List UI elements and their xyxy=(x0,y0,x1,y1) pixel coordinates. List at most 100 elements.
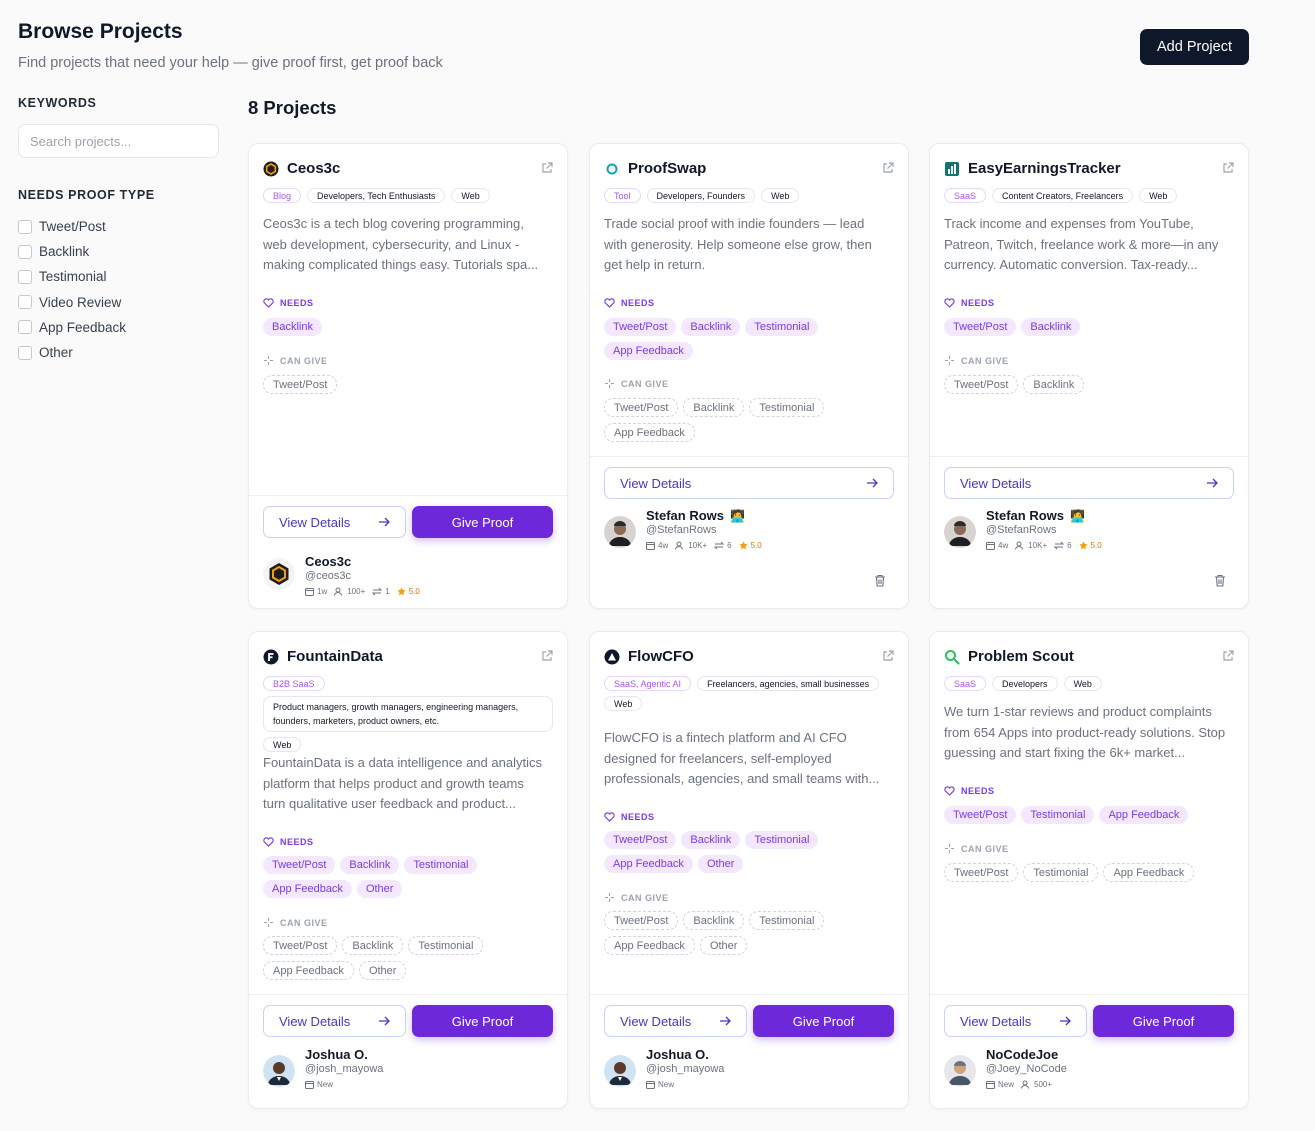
project-name[interactable]: Problem Scout xyxy=(968,648,1074,665)
platform-tag: Web xyxy=(1063,676,1102,691)
filter-backlink[interactable]: Backlink xyxy=(18,239,219,264)
owner-name: Joshua O. xyxy=(305,1047,368,1062)
arrow-right-icon xyxy=(720,1016,731,1026)
give-proof-button[interactable]: Give Proof xyxy=(753,1005,894,1037)
project-owner[interactable]: Stefan Rows 🧑‍💻 @StefanRows 4w 10K+ 6 5.0 xyxy=(604,508,762,550)
project-name[interactable]: FlowCFO xyxy=(628,648,694,665)
filter-sidebar: KEYWORDS NEEDS PROOF TYPE Tweet/Post Bac… xyxy=(18,96,219,365)
heart-icon xyxy=(604,298,615,308)
owner-handle: @StefanRows xyxy=(646,524,717,536)
project-name[interactable]: FountainData xyxy=(287,648,383,665)
can-give-heading: CAN GIVE xyxy=(263,917,328,928)
need-pill: Tweet/Post xyxy=(604,318,677,336)
view-details-button[interactable]: View Details xyxy=(263,1005,406,1037)
project-description: Track income and expenses from YouTube, … xyxy=(944,216,1219,272)
give-pill: App Feedback xyxy=(604,936,695,955)
external-link-icon[interactable] xyxy=(1222,650,1234,662)
project-owner[interactable]: Ceos3c @ceos3c 1w 100+ 1 5.0 xyxy=(263,554,420,596)
filter-other[interactable]: Other xyxy=(18,340,219,365)
project-owner[interactable]: Joshua O. @josh_mayowa New xyxy=(263,1047,383,1089)
project-owner[interactable]: NoCodeJoe @Joey_NoCode New 500+ xyxy=(944,1047,1067,1089)
owner-handle: @josh_mayowa xyxy=(646,1063,725,1075)
trash-icon[interactable] xyxy=(874,574,886,587)
project-description: We turn 1-star reviews and product compl… xyxy=(944,704,1226,760)
view-details-button[interactable]: View Details xyxy=(604,1005,747,1037)
external-link-icon[interactable] xyxy=(541,162,553,174)
search-input[interactable] xyxy=(18,124,219,158)
project-description: FlowCFO is a fintech platform and AI CFO… xyxy=(604,730,880,786)
project-tags: Tool Developers, Founders Web xyxy=(604,188,894,203)
checkbox[interactable] xyxy=(18,345,32,360)
platform-tag: Web xyxy=(761,188,800,203)
category-tag: Tool xyxy=(604,188,641,203)
filter-app-feedback[interactable]: App Feedback xyxy=(18,315,219,340)
owner-handle: @josh_mayowa xyxy=(305,1063,384,1075)
audience-tag: Freelancers, agencies, small businesses xyxy=(697,676,880,691)
can-give-list: Tweet/Post Backlink Testimonial App Feed… xyxy=(263,936,553,980)
need-pill: Backlink xyxy=(263,318,322,336)
project-owner[interactable]: Joshua O. @josh_mayowa New xyxy=(604,1047,724,1089)
owner-stats: New xyxy=(305,1080,383,1089)
project-card: FlowCFO SaaS, Agentic AI Freelancers, ag… xyxy=(589,631,909,1109)
calendar-icon xyxy=(986,1081,995,1089)
checkbox[interactable] xyxy=(18,269,32,284)
can-give-list: Tweet/Post xyxy=(263,375,553,394)
project-name[interactable]: ProofSwap xyxy=(628,160,706,177)
need-pill: Backlink xyxy=(681,318,741,336)
keywords-heading: KEYWORDS xyxy=(18,96,97,110)
category-tag: SaaS xyxy=(944,676,987,691)
can-give-heading: CAN GIVE xyxy=(944,355,1009,366)
category-tag: B2B SaaS xyxy=(263,676,325,691)
trash-icon[interactable] xyxy=(1214,574,1226,587)
heart-icon xyxy=(263,298,274,308)
project-card: FountainData B2B SaaS Product managers, … xyxy=(248,631,568,1109)
give-proof-button[interactable]: Give Proof xyxy=(1093,1005,1234,1037)
view-details-button[interactable]: View Details xyxy=(944,467,1234,499)
arrow-right-icon xyxy=(379,517,390,527)
external-link-icon[interactable] xyxy=(882,162,894,174)
project-description: Ceos3c is a tech blog covering programmi… xyxy=(263,216,539,272)
external-link-icon[interactable] xyxy=(882,650,894,662)
can-give-list: Tweet/Post Backlink xyxy=(944,375,1234,394)
project-owner[interactable]: Stefan Rows 🧑‍💻 @StefanRows 4w 10K+ 6 5.0 xyxy=(944,508,1102,550)
need-pill: Backlink xyxy=(340,856,400,874)
owner-name: Stefan Rows 🧑‍💻 xyxy=(646,508,745,523)
needs-list: Tweet/Post Backlink Testimonial App Feed… xyxy=(604,831,894,873)
can-give-heading: CAN GIVE xyxy=(263,355,328,366)
magnifier-logo-icon xyxy=(944,649,960,665)
proof-type-heading: NEEDS PROOF TYPE xyxy=(18,188,155,202)
page-subtitle: Find projects that need your help — give… xyxy=(18,55,443,71)
view-details-button[interactable]: View Details xyxy=(263,506,406,538)
checkbox[interactable] xyxy=(18,244,32,259)
give-pill: Other xyxy=(699,936,748,955)
filter-testimonial[interactable]: Testimonial xyxy=(18,264,219,289)
filter-label: Testimonial xyxy=(39,269,107,285)
give-pill: App Feedback xyxy=(263,961,354,980)
give-proof-button[interactable]: Give Proof xyxy=(412,1005,553,1037)
platform-tag: Web xyxy=(263,737,302,752)
filter-video-review[interactable]: Video Review xyxy=(18,290,219,315)
give-proof-button[interactable]: Give Proof xyxy=(412,506,553,538)
add-project-button[interactable]: Add Project xyxy=(1140,29,1249,65)
checkbox[interactable] xyxy=(18,219,32,234)
sparkle-icon xyxy=(264,918,273,927)
owner-stats: New xyxy=(646,1080,724,1089)
view-details-button[interactable]: View Details xyxy=(604,467,894,499)
avatar xyxy=(944,516,976,548)
checkbox[interactable] xyxy=(18,295,32,310)
view-details-button[interactable]: View Details xyxy=(944,1005,1087,1037)
checkbox[interactable] xyxy=(18,320,32,335)
project-name[interactable]: EasyEarningsTracker xyxy=(968,160,1121,177)
external-link-icon[interactable] xyxy=(1222,162,1234,174)
project-name[interactable]: Ceos3c xyxy=(287,160,340,177)
give-pill: Testimonial xyxy=(408,936,484,955)
external-link-icon[interactable] xyxy=(541,650,553,662)
page-title: Browse Projects xyxy=(18,20,183,43)
owner-stats: 4w 10K+ 6 5.0 xyxy=(986,541,1102,550)
need-pill: App Feedback xyxy=(604,855,693,873)
platform-tag: Web xyxy=(1139,188,1178,203)
audience-tag: Developers, Tech Enthusiasts xyxy=(307,188,446,203)
arrow-right-icon xyxy=(379,1016,390,1026)
filter-tweet-post[interactable]: Tweet/Post xyxy=(18,214,219,239)
owner-handle: @ceos3c xyxy=(305,570,352,582)
